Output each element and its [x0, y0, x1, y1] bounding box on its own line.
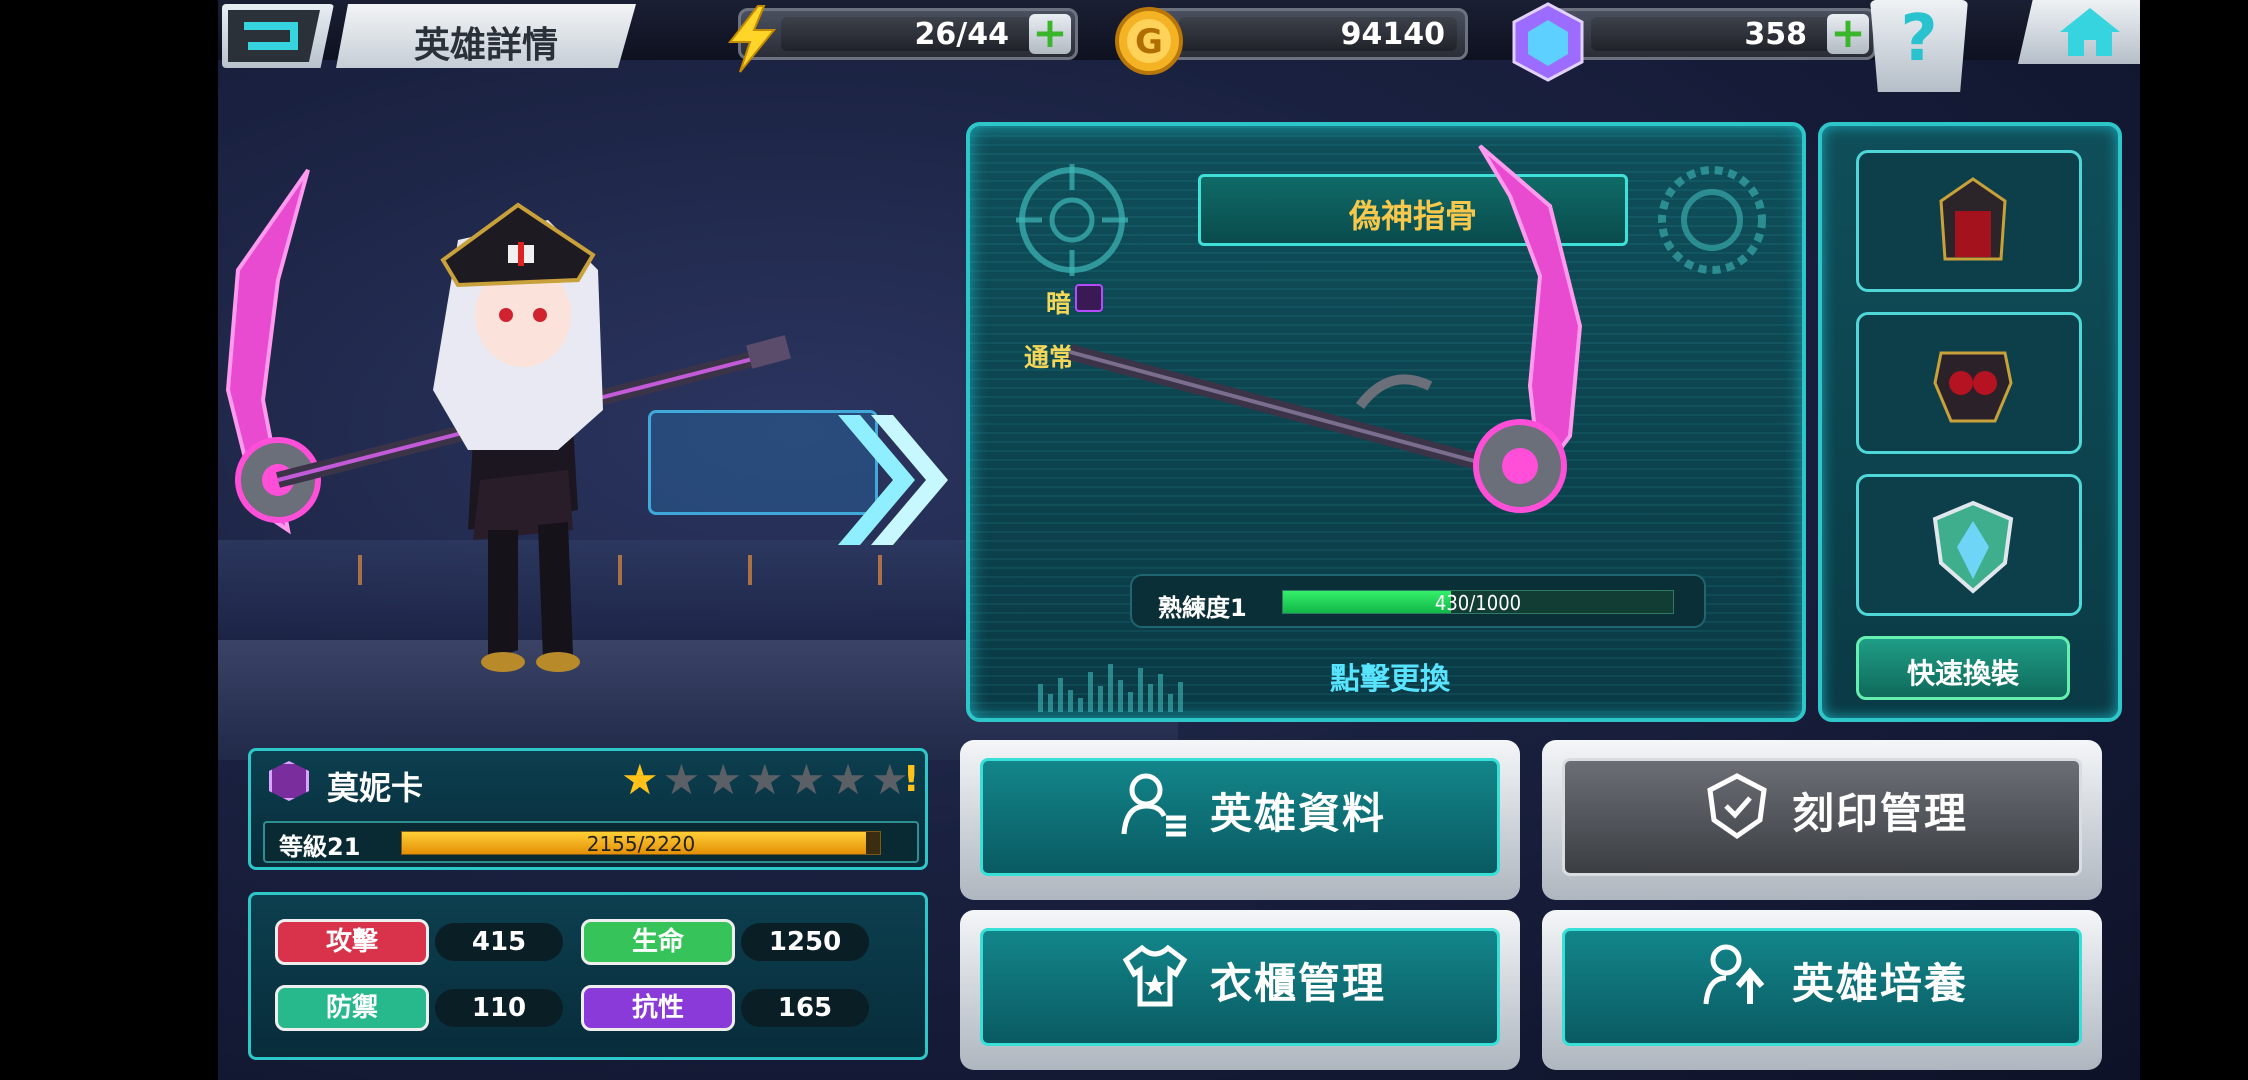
equipment-panel: 快速換裝 [1818, 122, 2122, 722]
tap-to-change-weapon[interactable]: 點擊更換 [970, 654, 1810, 698]
gold-value: 94140 [1340, 17, 1445, 52]
page-title: 英雄詳情 [413, 25, 558, 66]
help-button[interactable]: ? [1870, 0, 1968, 92]
gold-coin-icon: G [1115, 7, 1183, 75]
hero-info-card: 莫妮卡 ★ ★ ★ ★ ★ ★ ★ ! 等級21 2155/2220 [248, 748, 928, 870]
home-icon [2060, 8, 2120, 56]
stat-defense-value: 110 [435, 989, 563, 1027]
page-title-plate: 英雄詳情 [336, 4, 636, 68]
game-screen: 英雄詳情 26/44 + 94140 G 358 + ? 偽神指骨 暗 通常 熟… [218, 0, 2140, 1080]
mastery-bar: 熟練度1 430/1000 [1130, 574, 1706, 628]
wardrobe-button[interactable]: 衣櫃管理 [960, 910, 1520, 1070]
equip-slot-helmet[interactable] [1856, 150, 2082, 292]
stat-hp-label: 生命 [581, 919, 735, 965]
shirt-icon [1122, 944, 1188, 1007]
weapon-panel[interactable]: 偽神指骨 暗 通常 熟練度1 430/1000 點擊更換 [966, 122, 1806, 722]
star-empty-icon: ★ [662, 755, 701, 804]
stat-resistance: 抗性 165 [581, 985, 881, 1031]
helmet-icon [1939, 177, 2007, 261]
equip-slot-emblem[interactable] [1856, 474, 2082, 616]
star-empty-icon: ★ [787, 755, 826, 804]
star-empty-icon: ★ [829, 755, 867, 804]
star-empty-icon: ★ [745, 755, 784, 804]
stat-attack-label: 攻擊 [275, 919, 429, 965]
profile-icon [1121, 773, 1186, 837]
gem-bar: 358 + [1548, 8, 1876, 60]
gem-add-button[interactable]: + [1827, 12, 1869, 54]
back-button[interactable] [222, 4, 334, 68]
hero-stats-card: 攻擊 415 生命 1250 防禦 110 抗性 165 [248, 892, 928, 1060]
exp-value: 2155/2220 [586, 832, 696, 856]
stat-hp-value: 1250 [741, 923, 869, 961]
stat-resistance-value: 165 [741, 989, 869, 1027]
alert-icon[interactable]: ! [903, 759, 919, 800]
stat-defense-label: 防禦 [275, 985, 429, 1031]
stamina-bar: 26/44 + [738, 8, 1078, 60]
stamina-add-button[interactable]: + [1029, 12, 1071, 54]
star-filled-icon: ★ [621, 755, 659, 804]
hero-level-row: 等級21 2155/2220 [263, 821, 919, 863]
equip-slot-armor[interactable] [1856, 312, 2082, 454]
hero-training-label: 英雄培養 [1792, 959, 1969, 1008]
stat-attack: 攻擊 415 [275, 919, 575, 965]
back-arrow-icon [244, 22, 298, 50]
emblem-icon [1932, 500, 2014, 594]
mastery-progress: 430/1000 [1282, 590, 1674, 615]
stat-defense: 防禦 110 [275, 985, 575, 1031]
armor-icon [1933, 351, 2013, 423]
seal-icon [1707, 773, 1767, 840]
mastery-label: 熟練度1 [1158, 594, 1247, 622]
hero-star-rating: ★ ★ ★ ★ ★ ★ ★ [621, 757, 909, 803]
stat-attack-value: 415 [435, 923, 563, 961]
weapon-scythe-image [1067, 144, 1583, 513]
stamina-value: 26/44 [914, 17, 1009, 52]
seal-manage-button[interactable]: 刻印管理 [1542, 740, 2102, 900]
hero-name: 莫妮卡 [327, 769, 424, 807]
quick-equip-button[interactable]: 快速換裝 [1856, 636, 2070, 700]
quick-equip-label: 快速換裝 [1906, 657, 2019, 690]
hero-level: 等級21 [279, 833, 361, 861]
hero-training-button[interactable]: 英雄培養 [1542, 910, 2102, 1070]
gem-icon [1512, 2, 1584, 82]
stat-resistance-label: 抗性 [581, 985, 735, 1031]
hero-class-icon [269, 761, 309, 801]
wardrobe-label: 衣櫃管理 [1210, 959, 1387, 1008]
exp-progress: 2155/2220 [401, 831, 881, 856]
gold-bar: 94140 [1136, 8, 1468, 60]
star-empty-icon: ★ [704, 755, 742, 804]
hero-info-label: 英雄資料 [1210, 789, 1387, 838]
gem-value: 358 [1744, 17, 1807, 52]
next-hero-arrow-icon[interactable] [838, 415, 948, 545]
mastery-value: 430/1000 [1434, 591, 1522, 615]
stat-hp: 生命 1250 [581, 919, 881, 965]
hero-info-button[interactable]: 英雄資料 [960, 740, 1520, 900]
training-up-icon [1703, 944, 1765, 1005]
seal-manage-label: 刻印管理 [1792, 789, 1969, 838]
svg-text:G: G [1135, 22, 1163, 62]
help-icon: ? [1900, 2, 1938, 76]
home-button[interactable] [2018, 0, 2140, 64]
lightning-icon [727, 5, 777, 73]
